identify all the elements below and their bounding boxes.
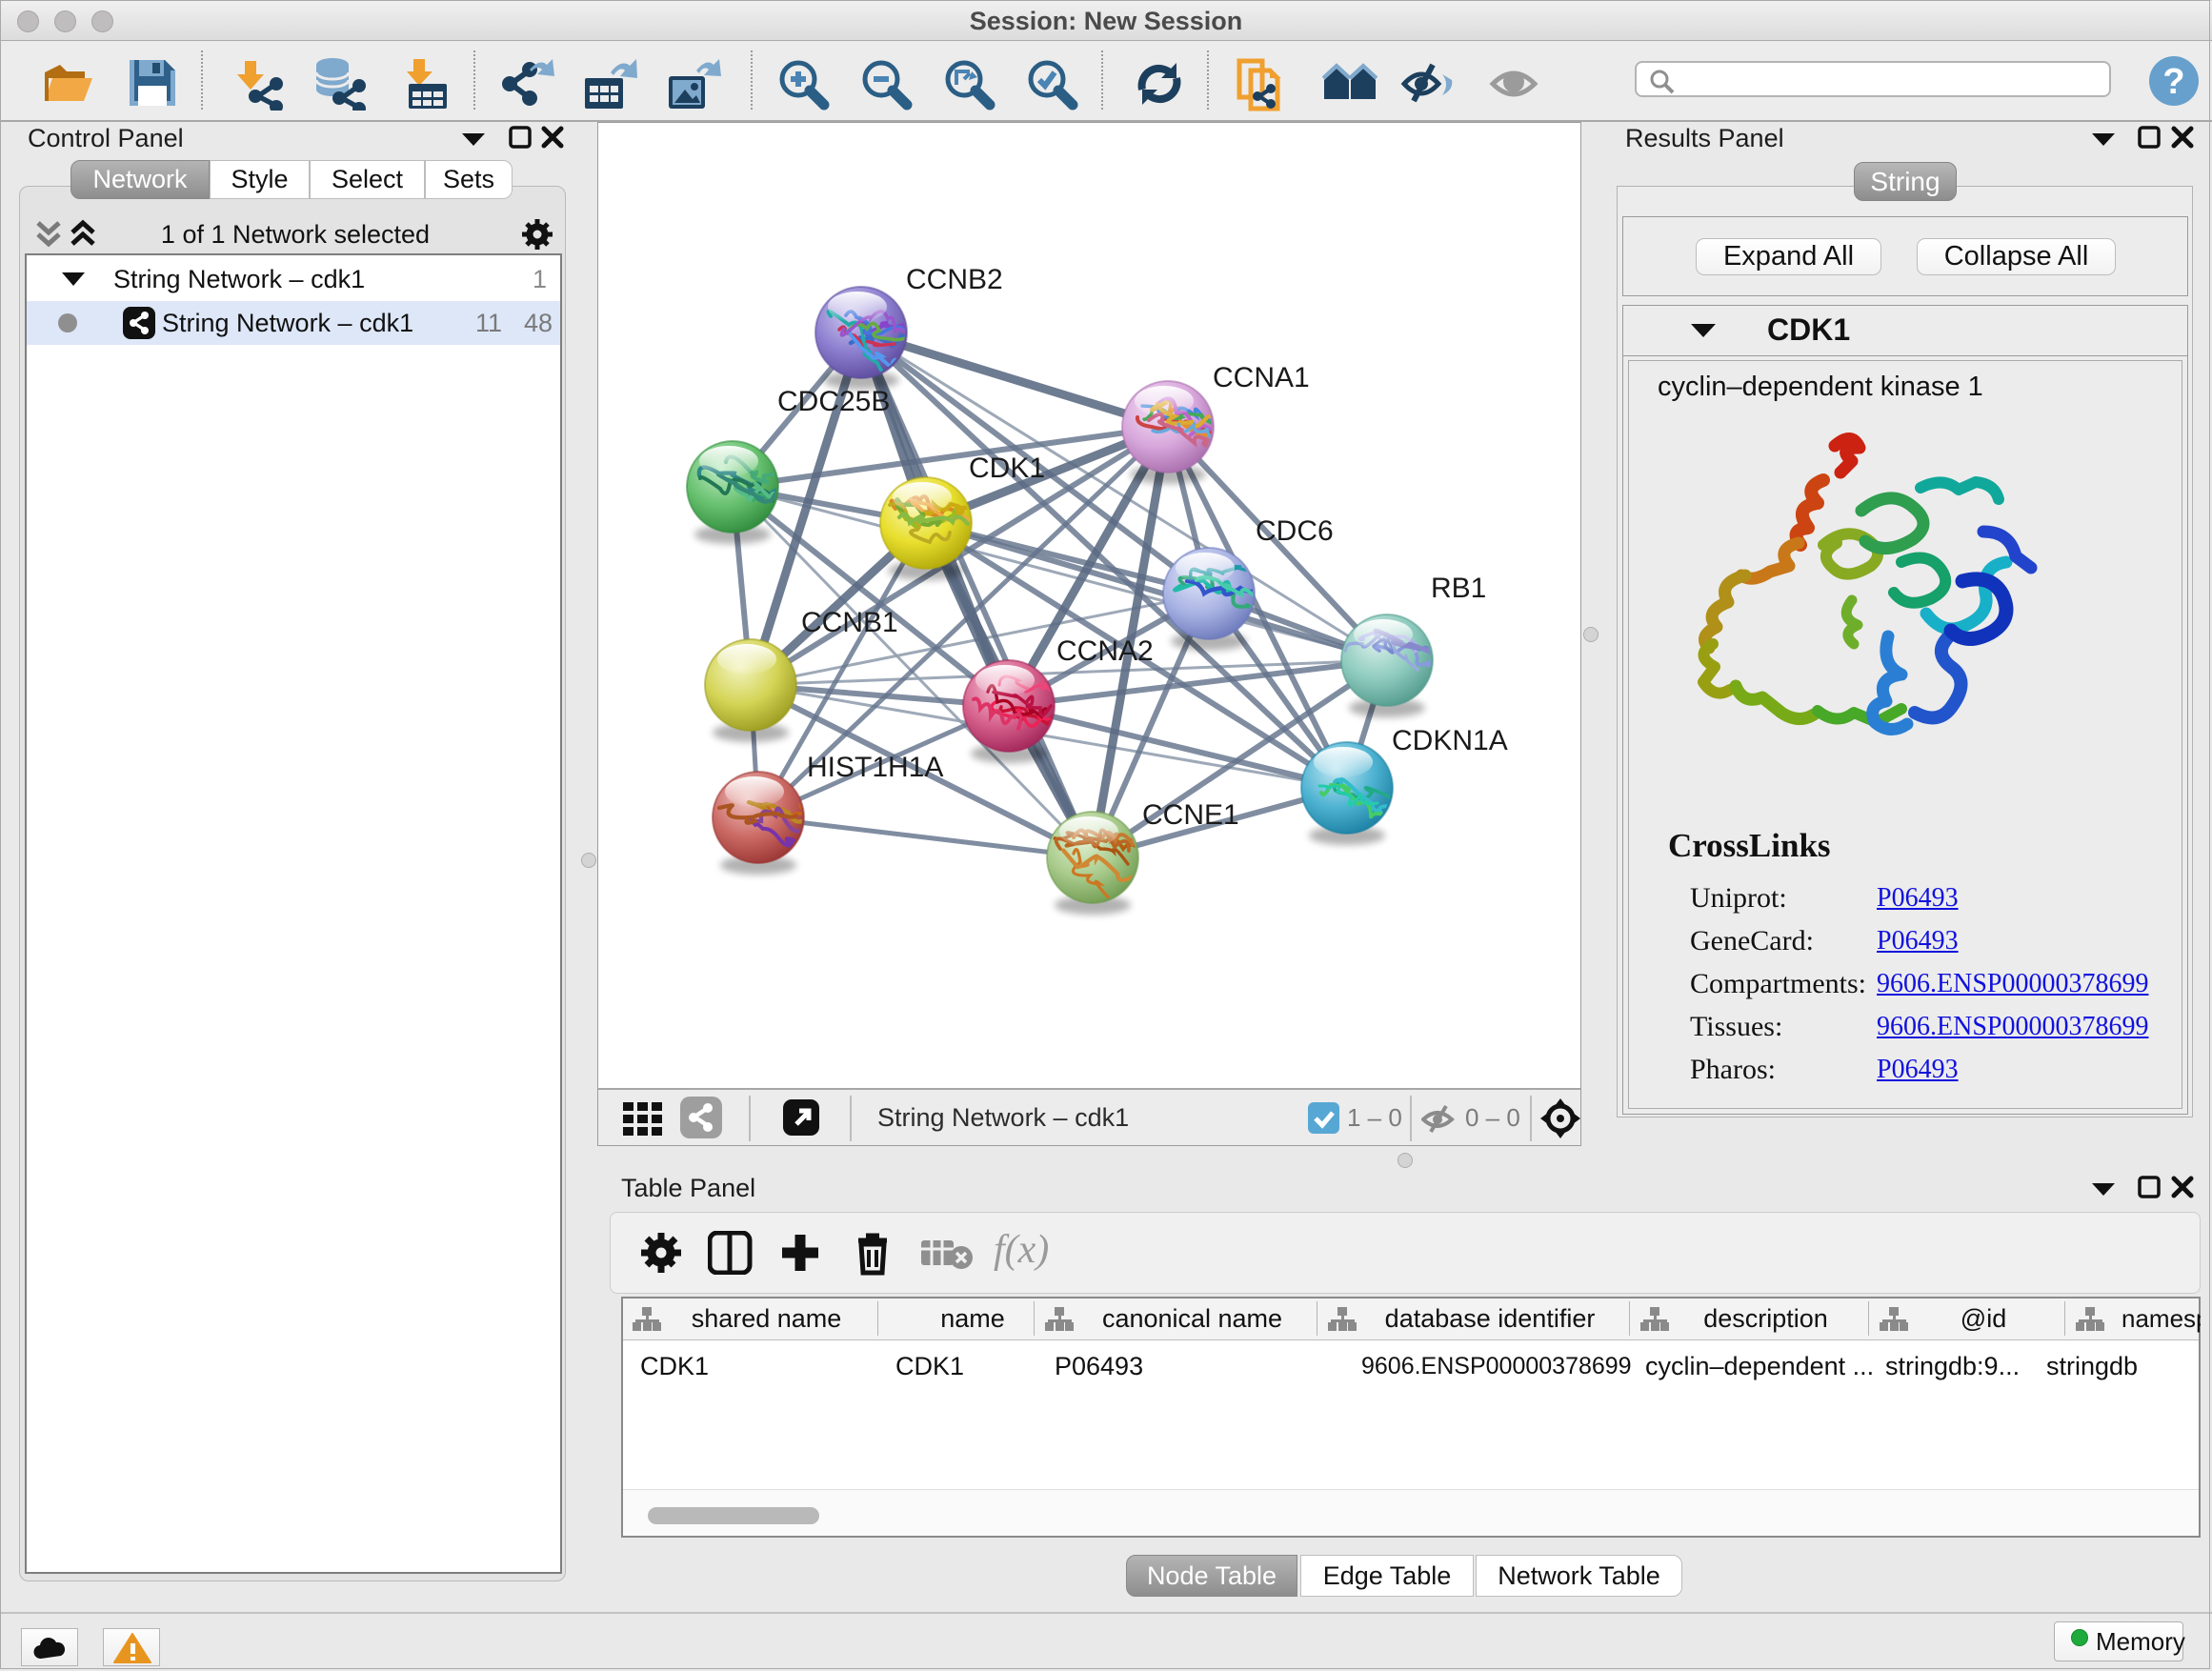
svg-text:CCNE1: CCNE1 — [1142, 799, 1239, 831]
svg-text:CDK1: CDK1 — [969, 453, 1045, 484]
svg-text:?: ? — [2162, 62, 2184, 102]
svg-text:HIST1H1A: HIST1H1A — [807, 752, 943, 783]
svg-text:CDKN1A: CDKN1A — [1392, 725, 1508, 756]
svg-text:CCNB2: CCNB2 — [906, 264, 1003, 295]
svg-text:CCNB1: CCNB1 — [801, 607, 898, 638]
svg-text:CDC6: CDC6 — [1256, 515, 1334, 547]
svg-text:RB1: RB1 — [1431, 573, 1486, 604]
svg-text:CCNA2: CCNA2 — [1056, 635, 1154, 667]
svg-text:CCNA1: CCNA1 — [1213, 362, 1310, 393]
svg-text:CDC25B: CDC25B — [777, 386, 890, 417]
